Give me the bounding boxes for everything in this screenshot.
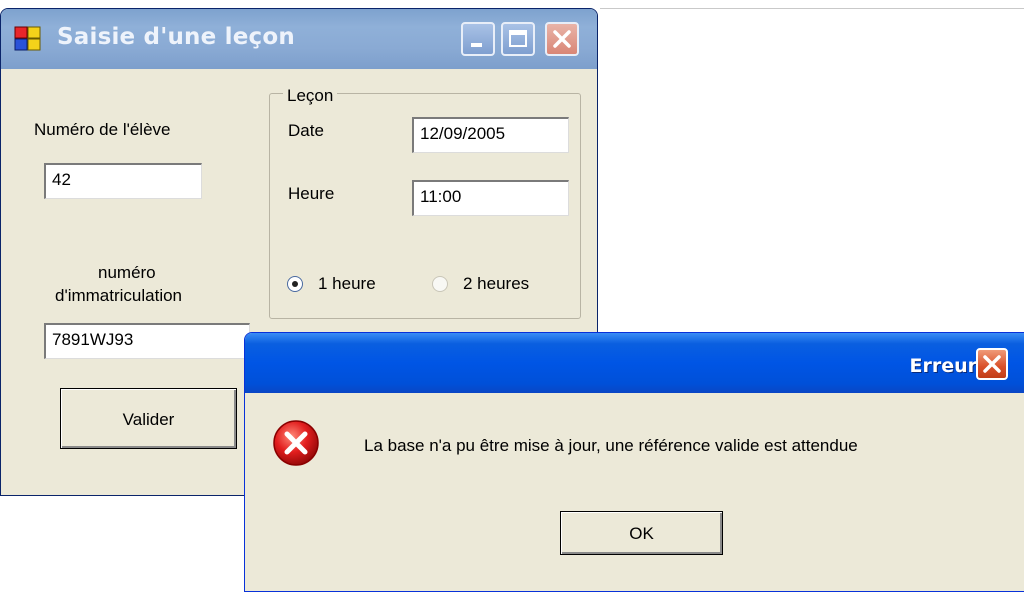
date-field[interactable]: 12/09/2005 (412, 117, 569, 153)
lesson-groupbox-title: Leçon (283, 86, 338, 106)
background-divider (600, 8, 1024, 9)
error-message: La base n'a pu être mise à jour, une réf… (364, 436, 858, 455)
close-icon (553, 30, 571, 48)
close-icon (983, 355, 1001, 373)
maximize-icon (509, 30, 527, 47)
ok-button[interactable]: OK (560, 511, 723, 555)
radio-1-hour-label[interactable]: 1 heure (318, 274, 376, 294)
app-icon (14, 26, 41, 51)
window-title: Saisie d'une leçon (57, 24, 295, 50)
dialog-body (249, 393, 1024, 591)
close-button[interactable] (545, 22, 579, 56)
plate-number-field[interactable]: 7891WJ93 (44, 323, 250, 359)
dialog-title: Erreur (909, 355, 977, 377)
student-number-field[interactable]: 42 (44, 163, 202, 199)
validate-button[interactable]: Valider (60, 388, 237, 449)
radio-2-hours[interactable] (432, 276, 448, 292)
hour-label: Heure (288, 184, 335, 203)
student-number-label: Numéro de l'élève (34, 120, 171, 139)
plate-label-line1: numéro (98, 263, 156, 282)
radio-2-hours-label[interactable]: 2 heures (463, 274, 529, 294)
error-dialog: Erreur La base n'a pu être mise à jour, … (244, 332, 1024, 592)
dialog-titlebar[interactable]: Erreur (245, 333, 1024, 393)
maximize-button[interactable] (501, 22, 535, 56)
minimize-button[interactable] (461, 22, 495, 56)
error-icon (273, 420, 319, 466)
hour-field[interactable]: 11:00 (412, 180, 569, 216)
date-label: Date (288, 121, 324, 140)
radio-1-hour[interactable] (287, 276, 303, 292)
window-titlebar[interactable]: Saisie d'une leçon (1, 9, 597, 69)
dialog-close-button[interactable] (976, 348, 1008, 380)
minimize-icon (471, 43, 482, 47)
plate-label-line2: d'immatriculation (55, 286, 183, 305)
